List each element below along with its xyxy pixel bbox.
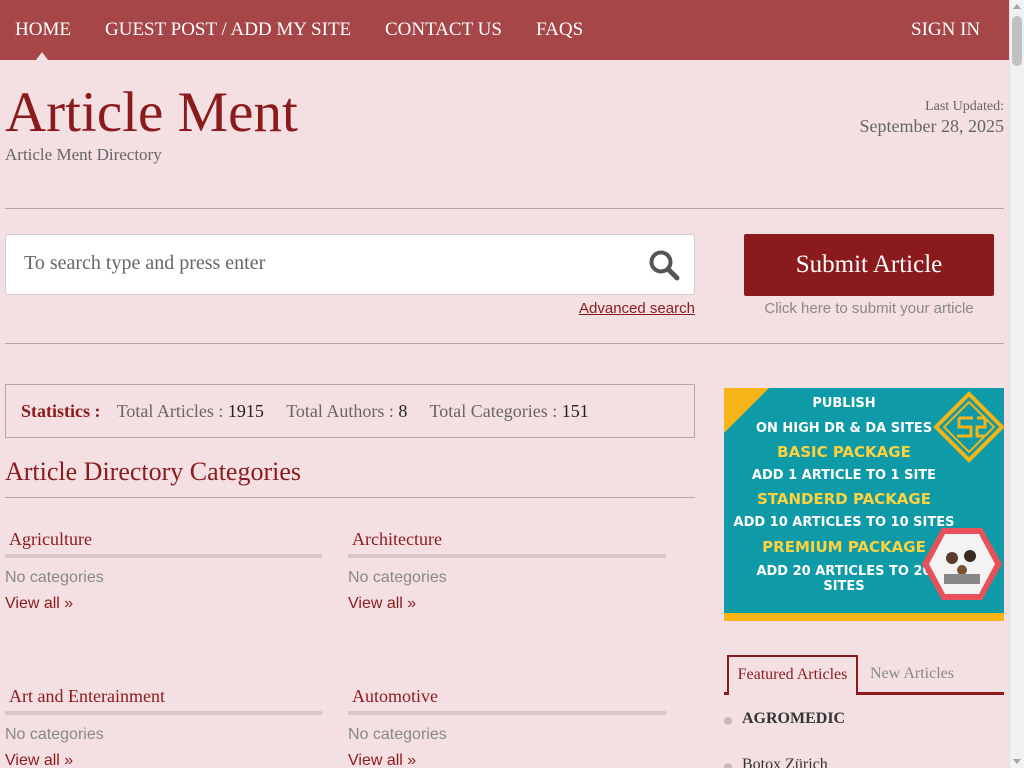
category-view-all-link[interactable]: View all »	[5, 752, 73, 768]
bullet-icon	[724, 717, 732, 725]
tab-new-articles[interactable]: New Articles	[870, 665, 954, 683]
top-navigation: HOME GUEST POST / ADD MY SITE CONTACT US…	[0, 0, 1009, 60]
statistics-row: Statistics : Total Articles : 1915 Total…	[21, 401, 607, 422]
ad-bottom-strip	[724, 613, 1004, 621]
nav-faqs[interactable]: FAQS	[536, 19, 583, 41]
scroll-up-arrow-icon[interactable]	[1013, 4, 1021, 9]
ad-line: ADD 1 ARTICLE TO 1 SITE	[751, 468, 937, 483]
category-view-all-link[interactable]: View all »	[5, 595, 73, 613]
scrollbar-thumb[interactable]	[1012, 16, 1022, 66]
last-updated-date: September 28, 2025	[859, 116, 1004, 136]
category-title-architecture[interactable]: Architecture	[352, 529, 442, 550]
ad-line: BASIC PACKAGE	[777, 443, 911, 461]
categories-divider	[5, 497, 695, 498]
tab-featured-articles[interactable]: Featured Articles	[727, 655, 858, 695]
stat-authors-label: Total Authors :	[286, 401, 394, 421]
team-photo-icon	[922, 528, 1002, 600]
stat-articles-value: 1915	[227, 401, 264, 421]
site-title[interactable]: Article Ment	[5, 80, 298, 145]
search-box	[5, 234, 695, 295]
search-input[interactable]	[24, 252, 624, 275]
active-nav-indicator	[36, 52, 48, 60]
category-empty-text: No categories	[348, 569, 447, 586]
stat-total-articles: Total Articles : 1915	[117, 401, 264, 421]
nav-home[interactable]: HOME	[15, 19, 71, 41]
article-tabs: Featured Articles New Articles	[724, 655, 1004, 695]
submit-article-button[interactable]: Submit Article	[744, 234, 994, 296]
categories-section-title: Article Directory Categories	[5, 457, 301, 486]
category-underline	[348, 554, 666, 558]
category-view-all-link[interactable]: View all »	[348, 595, 416, 613]
stat-categories-value: 151	[561, 401, 589, 421]
stat-articles-label: Total Articles :	[116, 401, 224, 421]
advanced-search-link[interactable]: Advanced search	[579, 300, 695, 317]
last-updated-label: Last Updated:	[925, 99, 1004, 114]
stat-categories-label: Total Categories :	[429, 401, 558, 421]
statistics-heading: Statistics :	[21, 401, 101, 421]
category-underline	[5, 711, 322, 715]
category-underline	[5, 554, 322, 558]
stat-authors-value: 8	[398, 401, 408, 421]
submit-article-subtext[interactable]: Click here to submit your article	[744, 300, 994, 317]
statistics-box: Statistics : Total Articles : 1915 Total…	[5, 384, 695, 438]
stat-total-categories: Total Categories : 151	[430, 401, 589, 421]
scroll-down-arrow-icon[interactable]	[1013, 759, 1021, 764]
category-empty-text: No categories	[5, 569, 104, 586]
bullet-icon	[724, 763, 732, 768]
search-icon[interactable]	[648, 249, 680, 281]
category-title-automotive[interactable]: Automotive	[352, 686, 438, 707]
stat-total-authors: Total Authors : 8	[286, 401, 407, 421]
category-empty-text: No categories	[5, 726, 104, 743]
page-scrollbar[interactable]	[1009, 0, 1024, 768]
header-divider	[5, 208, 1004, 209]
publish-package-ad-banner[interactable]: PUBLISH ON HIGH DR & DA SITES BASIC PACK…	[724, 388, 1004, 621]
category-title-agriculture[interactable]: Agriculture	[9, 529, 92, 550]
nav-guest-post[interactable]: GUEST POST / ADD MY SITE	[105, 19, 351, 41]
nav-contact-us[interactable]: CONTACT US	[385, 19, 502, 41]
search-divider	[5, 343, 1004, 344]
nav-sign-in[interactable]: SIGN IN	[911, 19, 980, 41]
ad-line: ON HIGH DR & DA SITES	[755, 421, 933, 436]
site-tagline: Article Ment Directory	[5, 145, 162, 164]
category-view-all-link[interactable]: View all »	[348, 752, 416, 768]
brand-logo-icon	[933, 391, 1004, 463]
featured-article-title[interactable]: AGROMEDIC	[742, 710, 845, 728]
featured-article-title[interactable]: Botox Zürich	[742, 756, 828, 768]
ad-line: STANDERD PACKAGE	[757, 490, 931, 508]
category-empty-text: No categories	[348, 726, 447, 743]
ad-line: PUBLISH	[812, 396, 876, 411]
category-underline	[348, 711, 666, 715]
category-title-art-entertainment[interactable]: Art and Enterainment	[9, 686, 165, 707]
